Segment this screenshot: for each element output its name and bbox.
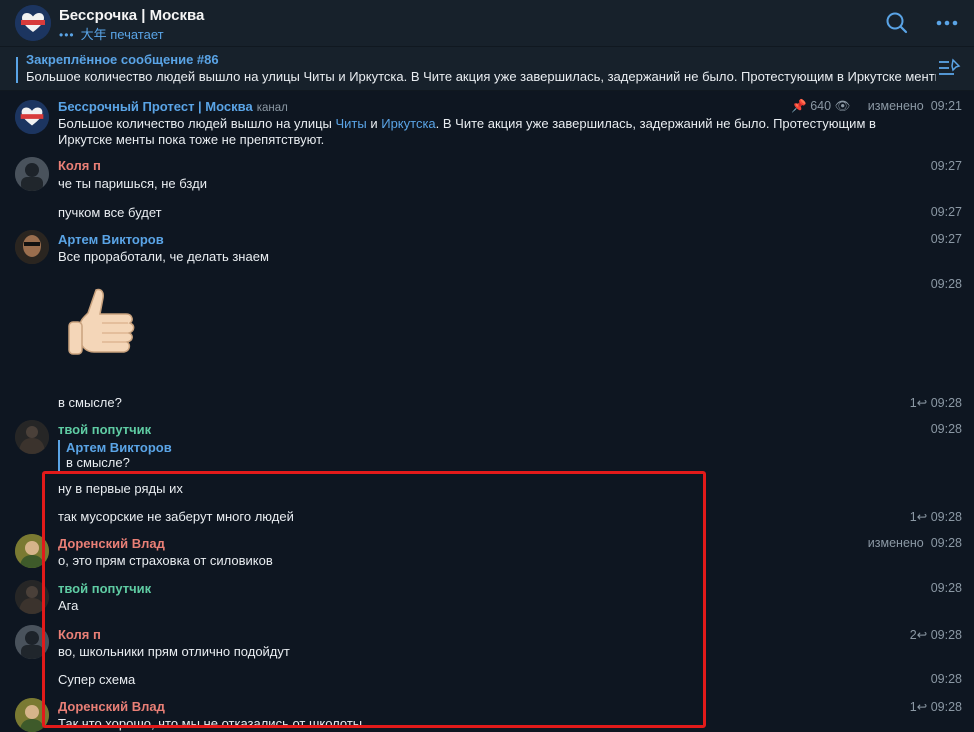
avatar[interactable] [15, 625, 49, 659]
reply-icon[interactable]: ↩ [917, 396, 927, 410]
message-text: пучком все будет [58, 205, 162, 220]
message-text: в смысле? [58, 395, 122, 410]
link-irkutsk[interactable]: Иркутска [381, 116, 435, 131]
search-icon[interactable] [884, 10, 910, 36]
message-text: о, это прям страховка от силовиков [58, 553, 273, 568]
reply-count[interactable]: 2 [910, 628, 917, 642]
chat-title: Бесср​очка | Москва [59, 7, 205, 24]
reply-icon[interactable]: ↩ [917, 700, 927, 714]
avatar[interactable] [15, 157, 49, 191]
views-count: 640 [810, 99, 832, 113]
reply-count[interactable]: 1 [910, 700, 917, 714]
message-text: ну в первые ряды их [58, 481, 183, 496]
pinned-list-icon[interactable] [938, 58, 962, 78]
pin-icon: 📌 [791, 99, 807, 113]
sender-name[interactable]: Коля п [58, 627, 101, 642]
avatar[interactable] [15, 698, 49, 732]
message-time: 09:28 [930, 277, 962, 291]
eye-icon: 👁 [834, 99, 851, 113]
message-text: Ага [58, 598, 79, 613]
typing-status: ••• 大年 печатает [59, 24, 164, 43]
message-meta: 2↩ 09:28 [910, 627, 962, 642]
reply-quote[interactable]: Артем Викторов в смысле? [58, 440, 172, 472]
message-time: 09:27 [930, 232, 962, 246]
message-text-line2: Иркутске менты пока тоже не препятствуют… [58, 132, 325, 147]
reply-icon[interactable]: ↩ [917, 510, 927, 524]
message-text: Большое количество людей вышло на улицы … [58, 116, 876, 131]
message-meta: 📌 640 👁 изменено 09:21 [791, 99, 962, 114]
avatar[interactable] [15, 100, 49, 134]
message-time: 09:28 [930, 700, 962, 714]
message-time: 09:28 [930, 672, 962, 686]
message-time: 09:28 [930, 396, 962, 410]
sender-name[interactable]: Коля п [58, 158, 101, 173]
avatar[interactable] [15, 580, 49, 614]
channel-tag: канал [256, 102, 288, 114]
message-text: Все проработали, че делать знаем [58, 249, 269, 264]
message-meta: изменено 09:28 [868, 536, 962, 550]
message-time: 09:27 [930, 159, 962, 173]
reply-count[interactable]: 1 [910, 510, 917, 524]
avatar[interactable] [15, 230, 49, 264]
avatar[interactable] [15, 420, 49, 454]
typing-user: 大年 [80, 27, 107, 42]
message-time: 09:28 [930, 510, 962, 524]
sender-name[interactable]: твой попутчик [58, 581, 151, 596]
message-time: 09:28 [930, 536, 962, 550]
message-time: 09:28 [930, 628, 962, 642]
message-text: во, школьники прям отлично подойдут [58, 644, 290, 659]
reply-count[interactable]: 1 [910, 396, 917, 410]
message-meta: 1↩ 09:28 [910, 509, 962, 524]
message-meta: 1↩ 09:28 [910, 699, 962, 714]
avatar[interactable] [15, 534, 49, 568]
thumbs-up-sticker[interactable] [66, 286, 140, 362]
typing-dots-icon: ••• [59, 28, 75, 42]
sender-name[interactable]: Доренский Влад [58, 699, 165, 714]
message-text: че ты паришься, не бзди [58, 176, 207, 191]
message-time: 09:28 [930, 581, 962, 595]
reply-text: в смысле? [66, 455, 130, 470]
message-time: 09:27 [930, 205, 962, 219]
sender-name[interactable]: Артем Викторов [58, 232, 164, 247]
pinned-text: Большое количество людей вышло на улицы … [26, 69, 936, 84]
link-chita[interactable]: Читы [336, 116, 367, 131]
channel-avatar[interactable] [15, 5, 51, 41]
message-time: 09:21 [930, 99, 962, 113]
sender-name[interactable]: Доренский Влад [58, 536, 165, 551]
message-meta: 1↩ 09:28 [910, 395, 962, 410]
pinned-title: Закреплённое сообщение #86 [26, 52, 219, 67]
edited-label: изменено [867, 99, 924, 113]
sender-name[interactable]: твой попутчик [58, 422, 151, 437]
message-text: Супер схема [58, 672, 136, 687]
message-time: 09:28 [930, 422, 962, 436]
pinned-message-bar[interactable]: Закреплённое сообщение #86 Большое колич… [0, 47, 974, 91]
edited-label: изменено [867, 536, 924, 550]
pinned-indicator [16, 57, 18, 83]
reply-sender: Артем Викторов [66, 440, 172, 455]
message-text: Так что хорошо, что мы не отказались от … [58, 716, 363, 731]
typing-text: печатает [110, 27, 164, 42]
chat-header: Бесср​очка | Москва ••• 大年 печатает [0, 0, 974, 47]
message-text: так мусорские не заберут много людей [58, 509, 294, 524]
more-icon[interactable] [934, 10, 960, 36]
reply-icon[interactable]: ↩ [917, 628, 927, 642]
sender-name[interactable]: Бессрочный Протест | Москва канал [58, 99, 288, 114]
